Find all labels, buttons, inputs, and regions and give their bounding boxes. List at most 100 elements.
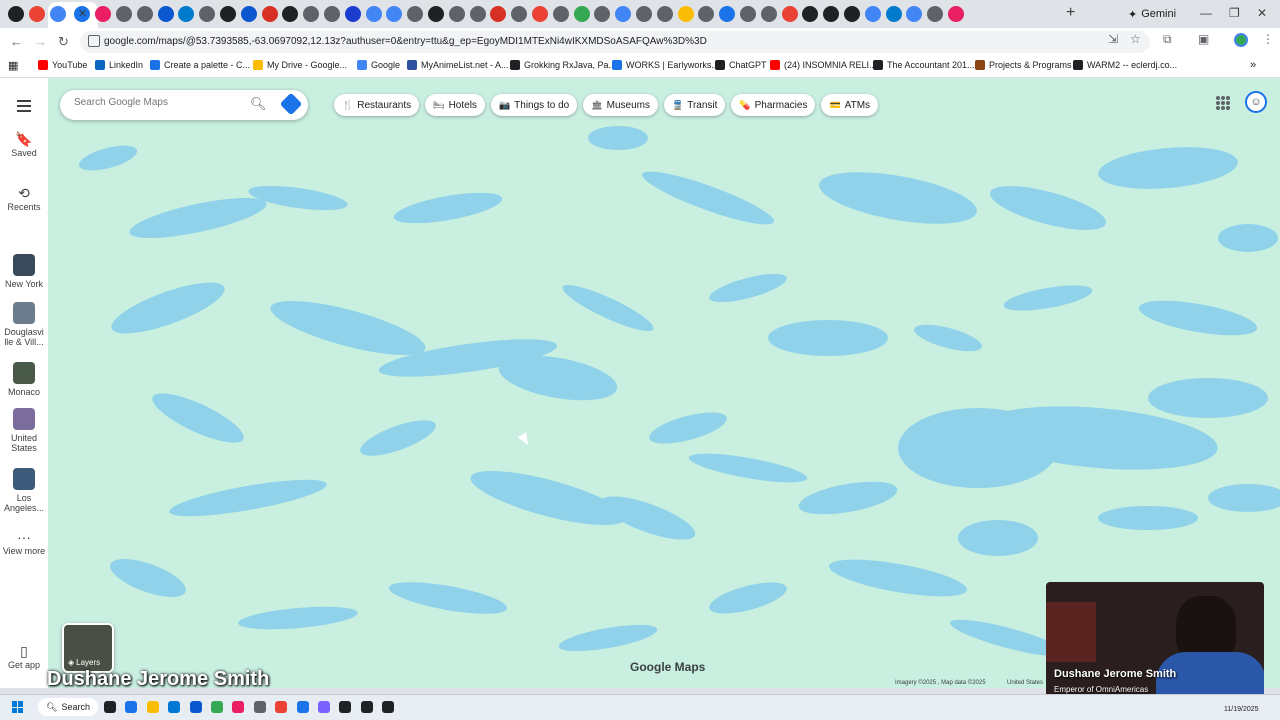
tab-favicon-icon[interactable] <box>740 6 756 22</box>
tab-favicon-icon[interactable] <box>220 6 236 22</box>
tab-favicon-icon[interactable] <box>490 6 507 22</box>
tab-favicon-icon[interactable] <box>428 6 444 22</box>
bookmark-item[interactable]: The Accountant 201... <box>873 60 975 70</box>
tab-favicon-icon[interactable] <box>407 6 424 22</box>
restore-icon[interactable]: ❐ <box>1229 6 1240 20</box>
bookmark-item[interactable]: Google <box>357 60 400 70</box>
tab-favicon-icon[interactable] <box>116 6 132 22</box>
bookmark-item[interactable]: YouTube <box>38 60 87 70</box>
taskbar-app-icon[interactable] <box>318 701 330 713</box>
tab-favicon-icon[interactable] <box>760 6 777 22</box>
reload-icon[interactable]: ↻ <box>58 34 69 50</box>
layers-button[interactable]: ◈ Layers <box>62 623 114 673</box>
tab-favicon-icon[interactable] <box>948 6 964 22</box>
bookmark-item[interactable]: Projects & Programs <box>975 60 1072 70</box>
saved-button[interactable]: 🔖 Saved <box>0 132 48 158</box>
tab-favicon-icon[interactable] <box>781 6 798 22</box>
bookmark-item[interactable]: MyAnimeList.net - A... <box>407 60 509 70</box>
search-icon[interactable]: 🔍︎ <box>250 96 267 112</box>
bookmark-item[interactable]: WARM2 -- eclerdj.co... <box>1073 60 1177 70</box>
taskbar-search[interactable]: 🔍︎ Search <box>38 698 98 716</box>
bookmark-item[interactable]: WORKS | Earlyworks... <box>612 60 719 70</box>
tab-favicon-icon[interactable] <box>28 6 45 22</box>
tab-favicon-icon[interactable] <box>303 6 320 22</box>
address-bar[interactable]: google.com/maps/@53.7393585,-63.0697092,… <box>80 31 1150 53</box>
url-text[interactable]: google.com/maps/@53.7393585,-63.0697092,… <box>104 36 707 47</box>
account-avatar[interactable]: ☺ <box>1245 91 1267 113</box>
recents-button[interactable]: ⟲ Recents <box>0 186 48 212</box>
apps-grid-icon[interactable]: ▦ <box>8 59 18 72</box>
new-tab-button[interactable]: + <box>1066 4 1075 22</box>
tab-favicon-icon[interactable] <box>240 6 257 22</box>
search-input[interactable] <box>74 97 244 108</box>
taskbar-app-icon[interactable] <box>296 701 309 713</box>
tab-favicon-icon[interactable] <box>365 6 382 22</box>
more-bookmarks-icon[interactable]: » <box>1250 59 1256 71</box>
extensions-icon[interactable]: ⧉ <box>1163 32 1172 47</box>
tab-favicon-icon[interactable] <box>552 6 569 22</box>
tab-favicon-icon[interactable] <box>698 6 715 22</box>
taskbar-app-icon[interactable] <box>211 701 223 713</box>
bookmark-item[interactable]: Create a palette - C... <box>150 60 250 70</box>
tab-favicon-icon[interactable] <box>864 6 881 22</box>
tab-favicon-icon[interactable] <box>677 6 694 22</box>
tab-favicon-icon[interactable] <box>324 6 340 22</box>
back-icon[interactable]: ← <box>10 34 23 49</box>
chip-atms[interactable]: 💳 ATMs <box>821 94 879 116</box>
bookmark-item[interactable]: LinkedIn <box>95 60 143 70</box>
tab-favicon-icon[interactable] <box>511 6 528 22</box>
bookmark-star-icon[interactable]: ☆ <box>1130 32 1141 46</box>
recent-place-item[interactable]: Douglasvi lle & Vill... <box>0 302 48 347</box>
tab-favicon-icon[interactable] <box>636 6 652 22</box>
chip-things-to-do[interactable]: 📷 Things to do <box>490 94 578 116</box>
taskbar-app-icon[interactable] <box>168 701 181 713</box>
bookmark-item[interactable]: Grokking RxJava, Pa... <box>510 60 616 70</box>
chip-museums[interactable]: 🏛 Museums <box>583 94 658 116</box>
view-more-button[interactable]: ··· View more <box>0 530 48 556</box>
tab-favicon-icon[interactable] <box>615 6 632 22</box>
close-tab-icon[interactable]: ✕ <box>78 7 87 20</box>
tab-favicon-icon[interactable] <box>719 6 736 22</box>
directions-icon[interactable] <box>279 92 303 116</box>
tab-favicon-icon[interactable] <box>448 6 465 22</box>
forward-icon[interactable]: → <box>34 34 47 49</box>
taskbar-app-icon[interactable] <box>146 701 159 713</box>
sidepanel-icon[interactable]: ▣ <box>1198 32 1209 46</box>
gemini-button[interactable]: ✦ Gemini <box>1120 4 1184 24</box>
taskbar-app-icon[interactable] <box>232 701 245 713</box>
close-window-icon[interactable]: ✕ <box>1257 6 1267 20</box>
tab-favicon-icon[interactable] <box>95 6 112 22</box>
taskbar-app-icon[interactable] <box>275 701 288 713</box>
get-app-button[interactable]: ▯ Get app <box>0 644 48 670</box>
tab-favicon-icon[interactable] <box>8 6 24 22</box>
tab-favicon-icon[interactable] <box>344 6 361 22</box>
recent-place-item[interactable]: Monaco <box>0 362 48 397</box>
tab-favicon-icon[interactable] <box>136 6 153 22</box>
chip-transit[interactable]: 🚆 Transit <box>664 94 726 116</box>
tab-favicon-icon[interactable] <box>199 6 216 22</box>
tab-favicon-icon[interactable] <box>49 6 66 22</box>
tab-favicon-icon[interactable] <box>927 6 944 22</box>
maps-search-box[interactable]: 🔍︎ <box>60 90 308 120</box>
chip-restaurants[interactable]: 🍴 Restaurants <box>334 94 420 116</box>
recent-place-item[interactable]: New York <box>0 254 48 289</box>
menu-icon[interactable] <box>17 100 31 115</box>
taskbar-app-icon[interactable] <box>253 701 266 713</box>
tab-favicon-icon[interactable] <box>469 6 486 22</box>
install-app-icon[interactable]: ⇲ <box>1108 32 1118 46</box>
tab-favicon-icon[interactable] <box>573 6 590 22</box>
taskbar-app-icon[interactable] <box>382 701 395 713</box>
minimize-icon[interactable]: — <box>1200 6 1212 20</box>
google-apps-icon[interactable] <box>1216 96 1230 110</box>
tab-favicon-icon[interactable] <box>386 6 403 22</box>
tab-favicon-icon[interactable] <box>532 6 548 22</box>
bookmark-item[interactable]: My Drive - Google... <box>253 60 347 70</box>
recent-place-item[interactable]: Los Angeles... <box>0 468 48 513</box>
browser-menu-icon[interactable]: ⋮ <box>1262 32 1274 46</box>
tab-favicon-icon[interactable] <box>594 6 611 22</box>
tab-favicon-icon[interactable] <box>885 6 902 22</box>
tab-favicon-icon[interactable] <box>261 6 278 22</box>
tab-favicon-icon[interactable] <box>178 6 195 22</box>
bookmark-item[interactable]: (24) INSOMNIA RELI... <box>770 60 877 70</box>
chip-pharmacies[interactable]: 💊 Pharmacies <box>731 94 816 116</box>
